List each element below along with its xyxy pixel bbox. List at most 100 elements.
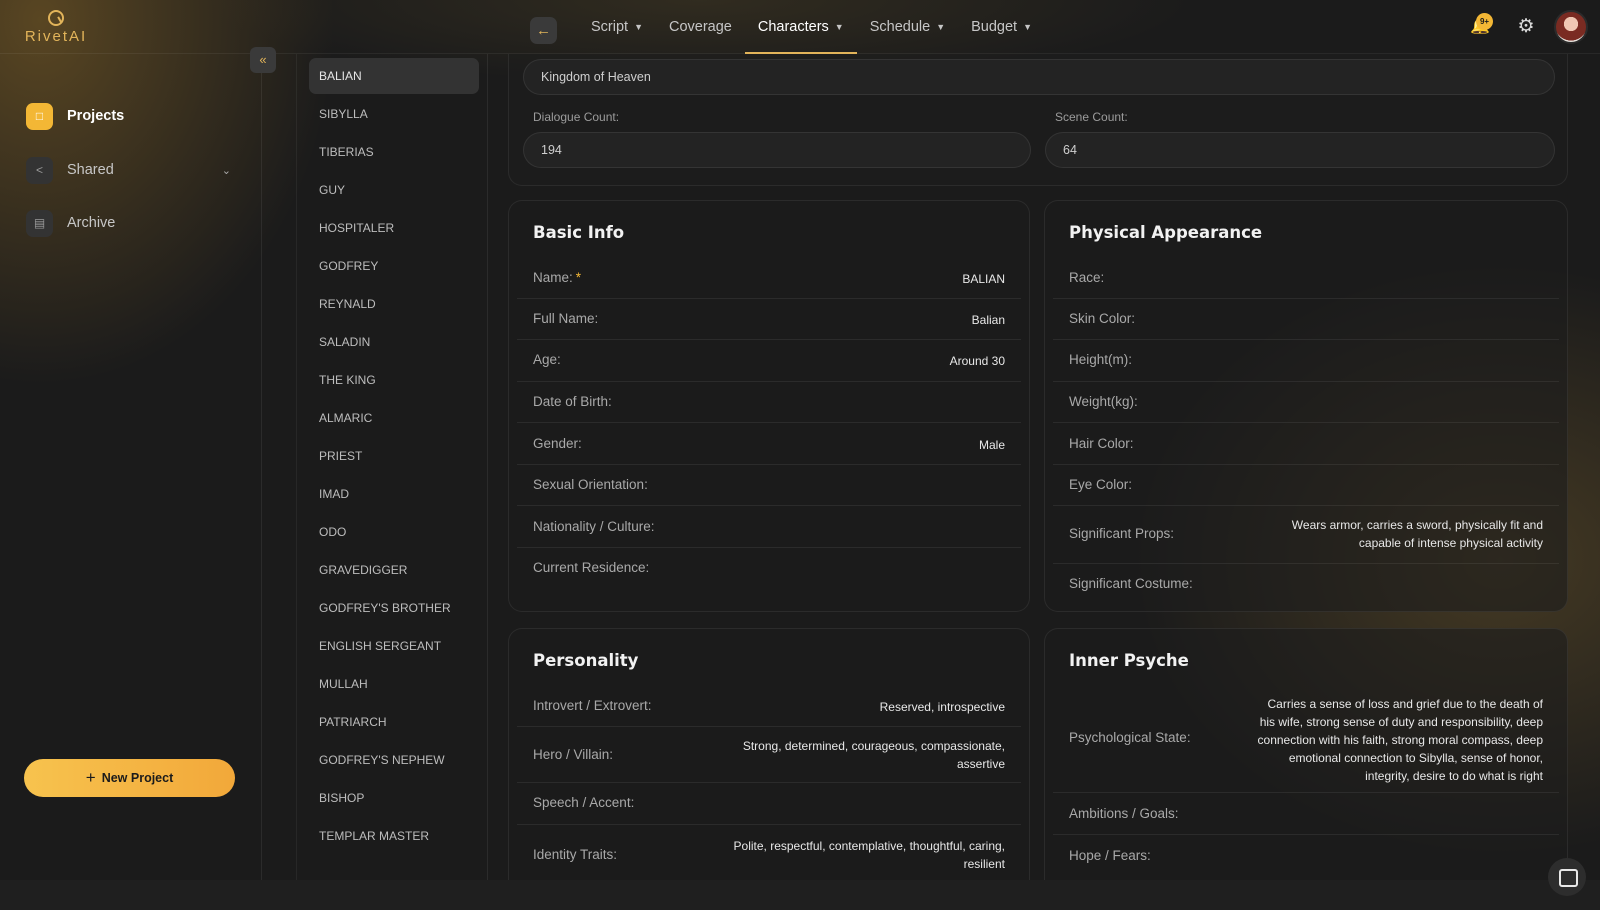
field-label: Date of Birth: — [533, 394, 612, 409]
nav-tab-script[interactable]: Script ▼ — [578, 0, 656, 54]
character-item[interactable]: TEMPLAR MASTER — [309, 818, 479, 854]
field-label: Ambitions / Goals: — [1069, 806, 1179, 821]
basic-info-row[interactable]: Full Name: Balian — [517, 299, 1021, 340]
gear-icon[interactable]: ⚙ — [1516, 17, 1536, 37]
basic-info-row[interactable]: Current Residence: — [517, 548, 1021, 589]
summary-card: Kingdom of Heaven Dialogue Count: 194 Sc… — [508, 54, 1568, 186]
character-item[interactable]: TIBERIAS — [309, 134, 479, 170]
physical-row[interactable]: Eye Color: — [1053, 465, 1559, 506]
field-label: Name: — [533, 270, 573, 285]
chevron-down-icon[interactable]: ⌄ — [222, 164, 231, 177]
character-item[interactable]: ALMARIC — [309, 400, 479, 436]
new-project-button[interactable]: + New Project — [24, 759, 235, 797]
nav-tab-coverage[interactable]: Coverage — [656, 0, 745, 54]
character-item[interactable]: ENGLISH SERGEANT — [309, 628, 479, 664]
character-item[interactable]: SIBYLLA — [309, 96, 479, 132]
field-label: Significant Costume: — [1069, 576, 1193, 591]
field-value: Wears armor, carries a sword, physically… — [1291, 518, 1543, 550]
basic-info-row[interactable]: Sexual Orientation: — [517, 465, 1021, 506]
physical-row[interactable]: Weight(kg): — [1053, 382, 1559, 423]
scene-count-label: Scene Count: — [1055, 110, 1128, 124]
character-item[interactable]: MULLAH — [309, 666, 479, 702]
sidebar-item-archive[interactable]: ▤ Archive — [26, 209, 115, 237]
chat-icon[interactable] — [1548, 858, 1586, 896]
field-label: Current Residence: — [533, 560, 650, 575]
physical-appearance-title: Physical Appearance — [1069, 223, 1263, 242]
logo-text: RivetAI — [24, 28, 88, 45]
collapse-sidebar-button[interactable]: « — [250, 47, 276, 73]
personality-title: Personality — [533, 651, 639, 670]
physical-row[interactable]: Skin Color: — [1053, 299, 1559, 340]
folder-icon: □ — [26, 102, 53, 130]
field-value: Polite, respectful, contemplative, thoug… — [733, 839, 1005, 871]
sidebar-item-shared[interactable]: < Shared ⌄ — [26, 156, 231, 184]
character-item[interactable]: GUY — [309, 172, 479, 208]
character-item[interactable]: HOSPITALER — [309, 210, 479, 246]
logo[interactable]: RivetAI — [24, 10, 88, 45]
character-list: BALIAN SIBYLLA TIBERIAS GUY HOSPITALER G… — [296, 54, 488, 880]
physical-row[interactable]: Significant Props: Wears armor, carries … — [1053, 506, 1559, 564]
psyche-row[interactable]: Ambitions / Goals: — [1053, 793, 1559, 835]
psyche-row[interactable]: Hope / Fears: — [1053, 835, 1559, 877]
chevron-down-icon: ▼ — [1023, 22, 1032, 32]
avatar[interactable] — [1554, 10, 1588, 44]
basic-info-row[interactable]: Date of Birth: — [517, 382, 1021, 423]
basic-info-row[interactable]: Age: Around 30 — [517, 340, 1021, 382]
basic-info-title: Basic Info — [533, 223, 625, 242]
field-label: Speech / Accent: — [533, 795, 635, 810]
character-item[interactable]: PATRIARCH — [309, 704, 479, 740]
dialogue-count-field[interactable]: 194 — [523, 132, 1031, 168]
notification-badge: 9+ — [1476, 13, 1493, 30]
physical-row[interactable]: Significant Costume: — [1053, 564, 1559, 605]
character-item[interactable]: THE KING — [309, 362, 479, 398]
back-button[interactable]: ← — [530, 17, 557, 44]
field-label: Hero / Villain: — [533, 747, 614, 762]
field-value: Carries a sense of loss and grief due to… — [1257, 697, 1543, 783]
character-item[interactable]: SALADIN — [309, 324, 479, 360]
character-item[interactable]: BISHOP — [309, 780, 479, 816]
basic-info-row[interactable]: Gender: Male — [517, 423, 1021, 465]
personality-row[interactable]: Speech / Accent: — [517, 783, 1021, 825]
nav-tab-schedule[interactable]: Schedule ▼ — [857, 0, 958, 54]
character-item[interactable]: ODO — [309, 514, 479, 550]
top-bar: RivetAI ← Script ▼ Coverage Characters ▼ S… — [0, 0, 1600, 54]
physical-row[interactable]: Height(m): — [1053, 340, 1559, 382]
field-value: Strong, determined, courageous, compassi… — [742, 739, 1005, 771]
nav-tab-characters[interactable]: Characters ▼ — [744, 0, 857, 54]
personality-row[interactable]: Hero / Villain: Strong, determined, cour… — [517, 727, 1021, 783]
field-label: Age: — [533, 352, 561, 367]
nav-tab-budget[interactable]: Budget ▼ — [958, 0, 1045, 54]
field-label: Psychological State: — [1069, 730, 1191, 745]
character-item[interactable]: GODFREY'S BROTHER — [309, 590, 479, 626]
chevron-down-icon: ▼ — [834, 22, 844, 32]
field-label: Race: — [1069, 270, 1105, 285]
basic-info-card: Basic Info Name: * BALIAN Full Name: Bali… — [508, 200, 1030, 612]
psyche-row[interactable]: Psychological State: Carries a sense of … — [1053, 685, 1559, 793]
scene-count-field[interactable]: 64 — [1045, 132, 1555, 168]
character-item[interactable]: GODFREY'S NEPHEW — [309, 742, 479, 778]
character-item[interactable]: IMAD — [309, 476, 479, 512]
arrow-left-icon: ← — [536, 22, 551, 39]
sidebar-item-projects[interactable]: □ Projects — [26, 102, 124, 130]
dialogue-count-label: Dialogue Count: — [533, 110, 620, 124]
character-item[interactable]: REYNALD — [309, 286, 479, 322]
field-label: Hope / Fears: — [1069, 848, 1151, 863]
field-value: Reserved, introspective — [879, 700, 1005, 714]
field-value: Around 30 — [949, 354, 1005, 368]
physical-row[interactable]: Race: — [1053, 257, 1559, 299]
project-name-field[interactable]: Kingdom of Heaven — [523, 59, 1555, 95]
physical-row[interactable]: Hair Color: — [1053, 423, 1559, 465]
character-item[interactable]: BALIAN — [309, 58, 479, 94]
character-item[interactable]: PRIEST — [309, 438, 479, 474]
character-item[interactable]: GODFREY — [309, 248, 479, 284]
personality-row[interactable]: Introvert / Extrovert: Reserved, introsp… — [517, 685, 1021, 727]
logo-icon — [48, 10, 64, 26]
field-label: Height(m): — [1069, 352, 1133, 367]
basic-info-row[interactable]: Name: * BALIAN — [517, 257, 1021, 299]
field-label: Gender: — [533, 436, 582, 451]
basic-info-row[interactable]: Nationality / Culture: — [517, 506, 1021, 548]
character-item[interactable]: GRAVEDIGGER — [309, 552, 479, 588]
chevron-down-icon: ▼ — [936, 22, 946, 32]
personality-row[interactable]: Identity Traits: Polite, respectful, con… — [517, 825, 1021, 880]
field-label: Full Name: — [533, 311, 599, 326]
